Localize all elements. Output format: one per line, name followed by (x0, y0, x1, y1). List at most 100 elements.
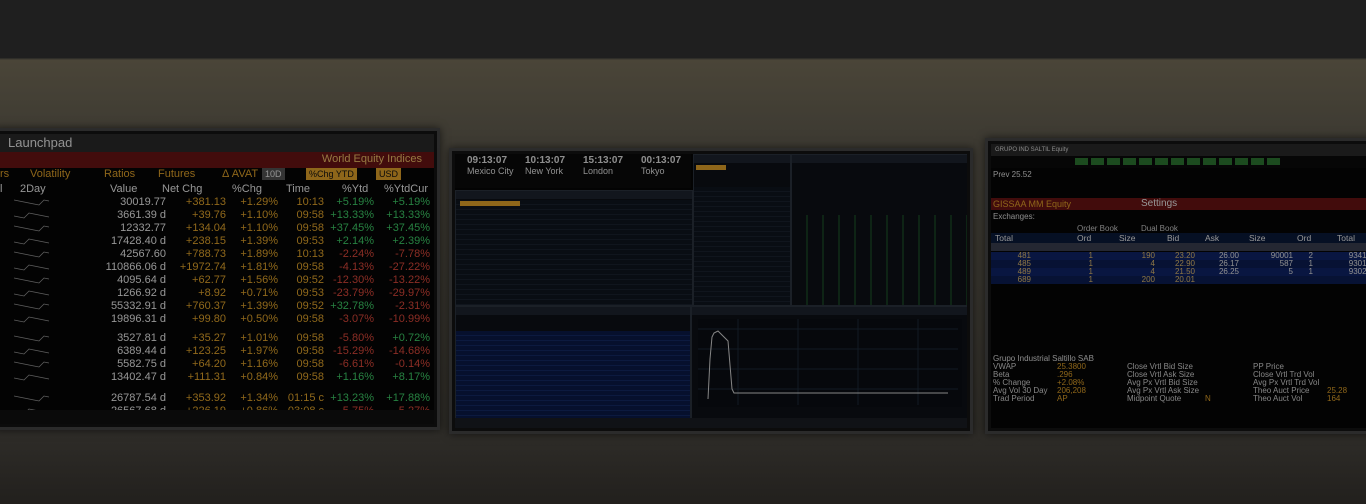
function-button[interactable] (1235, 158, 1248, 165)
index-row[interactable]: 6389.44 d +123.25 +1.97% 09:58 -15.29% -14.68… (0, 345, 434, 358)
index-row[interactable]: 110866.06 d +1972.74 +1.81% 09:58 -4.13% -27.… (0, 261, 434, 274)
news-panel[interactable] (693, 154, 791, 306)
function-button[interactable] (1091, 158, 1104, 165)
sparkline-icon (14, 303, 50, 310)
col-header: Net Chg (162, 183, 203, 195)
window-title: GRUPO IND SALTIL Equity (991, 144, 1366, 156)
stat-value: 164 (1327, 394, 1341, 403)
panel-title-bar (456, 191, 692, 199)
net-change: +123.25 (185, 345, 226, 357)
currency-chip[interactable]: USD (376, 168, 402, 180)
portfolio-panel[interactable] (455, 190, 693, 306)
percent-change: +1.29% (240, 196, 278, 208)
tab-rs[interactable]: rs (0, 168, 9, 180)
function-button[interactable] (1107, 158, 1120, 165)
net-change: +238.15 (185, 235, 226, 247)
order-book-screen: GRUPO IND SALTIL Equity Prev 25.52 Setti… (991, 144, 1366, 428)
exchanges-label: Exchanges: (993, 212, 1035, 221)
function-button[interactable] (1219, 158, 1232, 165)
net-change: +64.20 (192, 358, 226, 370)
ytd-change: -6.61% (339, 358, 374, 370)
col-header: Ord (1297, 233, 1312, 243)
clock-mexico-city: 09:13:07 Mexico City (467, 156, 525, 177)
function-button[interactable] (1251, 158, 1264, 165)
index-row[interactable]: 3527.81 d +35.27 +1.01% 09:58 -5.80% +0.72% (0, 332, 434, 345)
index-row[interactable]: 30019.77 +381.13 +1.29% 10:13 +5.19% +5.19% (0, 196, 434, 209)
function-button[interactable] (1075, 158, 1088, 165)
index-row[interactable]: 19896.31 d +99.80 +0.50% 09:58 -3.07% -10.99% (0, 313, 434, 326)
net-change: +111.31 (187, 371, 226, 383)
function-button[interactable] (1171, 158, 1184, 165)
index-row[interactable]: 55332.91 d +760.37 +1.39% 09:52 +32.78% -2.31… (0, 300, 434, 313)
percent-change: +1.34% (240, 392, 278, 404)
index-row[interactable]: 13402.47 d +111.31 +0.84% 09:58 +1.16% +8.17% (0, 371, 434, 384)
index-value: 13402.47 d (110, 371, 166, 383)
ytd-currency-change: -2.31% (395, 300, 430, 312)
tab-dual-book[interactable]: Dual Book (1141, 224, 1178, 233)
sparkline-icon (14, 335, 50, 342)
function-button[interactable] (1139, 158, 1152, 165)
left-monitor: Launchpad World Equity Indices rs Volati… (0, 128, 440, 430)
spotlight-panel[interactable] (791, 154, 967, 306)
index-value: 4095.64 d (117, 274, 166, 286)
ytd-currency-change: -29.97% (389, 287, 430, 299)
settings-label[interactable]: Settings (1141, 198, 1177, 210)
sparkline-icon (14, 316, 50, 323)
ytd-change: -23.79% (333, 287, 374, 299)
index-row[interactable]: 4095.64 d +62.77 +1.56% 09:52 -12.30% -13.22% (0, 274, 434, 287)
index-row[interactable]: 1266.92 d +8.92 +0.71% 09:53 -23.79% -29.97% (0, 287, 434, 300)
clock-city: London (583, 166, 614, 176)
tab-volatility[interactable]: Volatility (30, 168, 70, 180)
col-header: 2Day (20, 183, 46, 195)
tab-ratios[interactable]: Ratios (104, 168, 135, 180)
net-change: +35.27 (192, 332, 226, 344)
index-row[interactable]: 12332.77 +134.04 +1.10% 09:58 +37.45% +37.45% (0, 222, 434, 235)
index-value: 42567.60 (120, 248, 166, 260)
tab-futures[interactable]: Futures (158, 168, 195, 180)
sparkline-icon (14, 264, 50, 271)
price-chart-panel[interactable] (691, 306, 967, 420)
net-change: +134.04 (185, 222, 226, 234)
index-row[interactable]: 42567.60 +788.73 +1.89% 10:13 -2.24% -7.78% (0, 248, 434, 261)
function-button[interactable] (1123, 158, 1136, 165)
clock-city: Mexico City (467, 166, 514, 176)
tab-order-book[interactable]: Order Book (1077, 224, 1118, 233)
function-button[interactable] (1203, 158, 1216, 165)
clock-time: 15:13:07 (583, 155, 624, 166)
clock-city: Tokyo (641, 166, 665, 176)
percent-change: +1.39% (240, 235, 278, 247)
function-button[interactable] (1267, 158, 1280, 165)
trade-grid (694, 187, 790, 305)
index-row[interactable]: 17428.40 d +238.15 +1.39% 09:53 +2.14% +2.39% (0, 235, 434, 248)
tab-avat[interactable]: Δ AVAT (222, 168, 258, 180)
percent-change: +0.84% (240, 371, 278, 383)
net-change: +62.77 (192, 274, 226, 286)
index-row[interactable]: 3661.39 d +39.76 +1.10% 09:58 +13.33% +13.33% (0, 209, 434, 222)
col-header: %Chg (232, 183, 262, 195)
function-button[interactable] (1187, 158, 1200, 165)
ytd-currency-change: +0.72% (392, 332, 430, 344)
tab-strip (696, 165, 726, 170)
order-book-cell: 93024 (1348, 267, 1366, 276)
index-row[interactable]: 5582.75 d +64.20 +1.16% 09:58 -6.61% -0.14% (0, 358, 434, 371)
order-book-cell: 26.25 (1218, 267, 1239, 276)
last-update-time: 10:13 (296, 248, 324, 260)
index-row[interactable]: 26787.54 d +353.92 +1.34% 01:15 c +13.23% +17… (0, 392, 434, 405)
depth-grid (456, 331, 690, 419)
ytd-currency-change: +13.33% (386, 209, 430, 221)
stat-value: AP (1057, 394, 1068, 403)
function-button-row (991, 156, 1366, 168)
sort-chip[interactable]: %Chg YTD (306, 168, 357, 180)
order-book-row[interactable]: 689 1 200 20.01 (991, 276, 1366, 284)
last-update-time: 09:58 (296, 358, 324, 370)
sparkline-icon (14, 395, 50, 402)
panel-title-bar (792, 155, 967, 163)
depth-panel[interactable] (455, 306, 691, 420)
function-button[interactable] (1155, 158, 1168, 165)
order-book-cell: 1 (1088, 275, 1093, 284)
period-chip[interactable]: 10D (262, 168, 285, 180)
ytd-change: +13.33% (330, 209, 374, 221)
index-value: 19896.31 d (110, 313, 166, 325)
net-change: +381.13 (185, 196, 226, 208)
order-book-cell: 200 (1141, 275, 1155, 284)
